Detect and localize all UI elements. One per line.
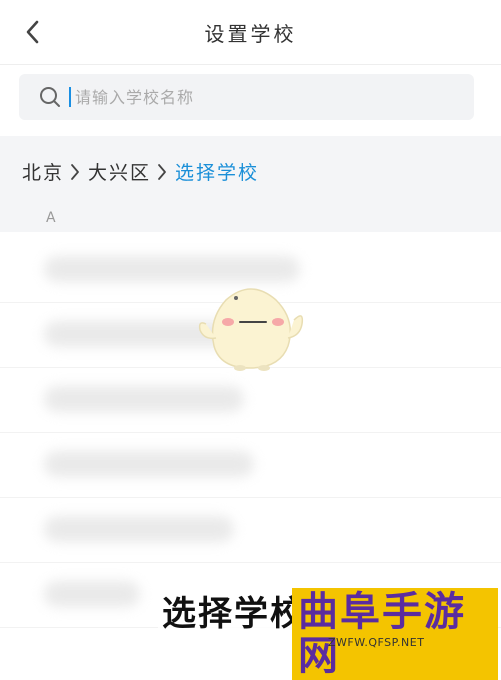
loading-mascot-icon	[198, 288, 304, 371]
header-bar: 设置学校	[0, 0, 501, 65]
watermark-url: ZWFW.QFSP.NET	[328, 636, 425, 649]
chevron-right-icon	[70, 163, 80, 181]
chevron-right-icon	[157, 163, 167, 181]
site-watermark: 曲阜手游网 ZWFW.QFSP.NET	[292, 588, 498, 680]
breadcrumb-section: 北京 大兴区 选择学校 A	[0, 136, 501, 232]
breadcrumb-current: 选择学校	[175, 162, 260, 184]
breadcrumb-district[interactable]: 大兴区	[88, 158, 151, 185]
text-cursor	[69, 87, 71, 107]
search-icon	[39, 86, 61, 108]
list-item[interactable]	[0, 498, 501, 563]
list-item[interactable]	[0, 368, 501, 433]
overlay-caption: 选择学校	[158, 584, 310, 637]
search-input[interactable]	[73, 86, 437, 108]
section-index-letter: A	[46, 210, 56, 226]
page-title: 设置学校	[204, 22, 297, 46]
search-box[interactable]	[19, 74, 474, 120]
breadcrumb: 北京 大兴区 选择学校	[22, 158, 259, 185]
breadcrumb-city[interactable]: 北京	[22, 158, 64, 185]
watermark-text: 曲阜手游网	[292, 588, 498, 680]
list-item[interactable]	[0, 433, 501, 498]
